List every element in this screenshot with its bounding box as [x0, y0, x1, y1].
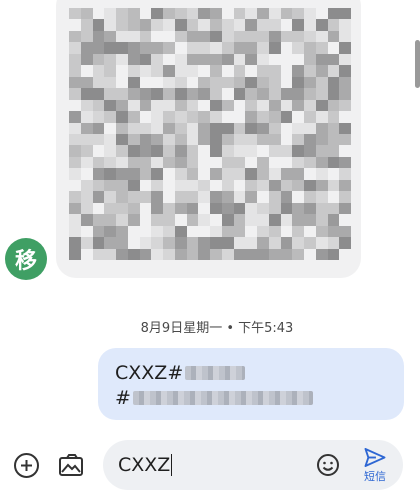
redacted-text [132, 391, 313, 405]
messaging-screen: 移 8月9日星期一 • 下午5:43 CXXZ# # CXXZ 短信 [0, 0, 420, 500]
outgoing-line-2-text: # [115, 387, 131, 409]
emoji-icon [317, 454, 339, 476]
message-compose-field[interactable]: CXXZ 短信 [103, 440, 403, 490]
redacted-text [185, 366, 246, 380]
redacted-message-content [69, 8, 351, 260]
gallery-button[interactable] [58, 452, 84, 478]
send-label: 短信 [364, 470, 386, 483]
gallery-icon [59, 454, 83, 476]
message-timestamp: 8月9日星期一 • 下午5:43 [140, 321, 294, 336]
send-icon [364, 448, 386, 467]
message-input[interactable]: CXXZ [118, 454, 173, 476]
outgoing-line-1-text: CXXZ# [115, 362, 184, 384]
outgoing-message-bubble[interactable]: CXXZ# # [98, 348, 404, 420]
outgoing-message-line-1: CXXZ# [115, 362, 246, 384]
sender-avatar[interactable]: 移 [5, 238, 47, 280]
add-attachment-button[interactable] [14, 453, 39, 478]
outgoing-message-line-2: # [115, 387, 313, 409]
emoji-button[interactable] [316, 453, 340, 477]
scrollbar[interactable] [415, 40, 420, 88]
add-circle-icon [21, 460, 32, 471]
send-sms-button[interactable]: 短信 [355, 448, 395, 484]
incoming-message-bubble[interactable] [56, 0, 361, 278]
avatar-label: 移 [14, 249, 37, 274]
